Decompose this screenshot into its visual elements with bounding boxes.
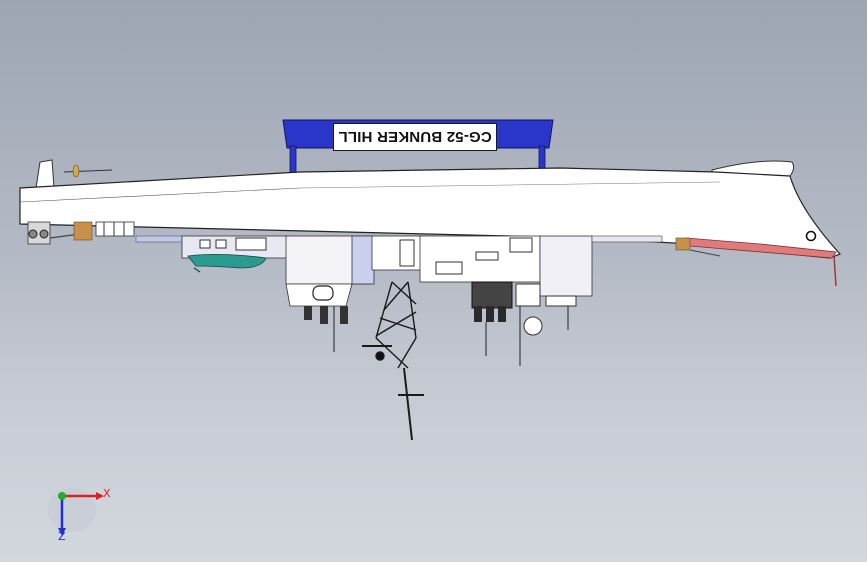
coordinate-triad	[48, 488, 104, 536]
x-axis-label: X	[103, 487, 111, 500]
z-axis-label: Z	[58, 530, 66, 543]
ship-model-drawing[interactable]	[0, 0, 867, 562]
motor-boat	[187, 254, 267, 269]
hull-name-board: CG-52 BUNKER HILL	[333, 123, 497, 151]
cad-3d-viewport[interactable]: CG-52 BUNKER HILL X Z	[0, 0, 867, 562]
lattice-mast	[362, 281, 424, 441]
superstructure	[181, 235, 663, 307]
